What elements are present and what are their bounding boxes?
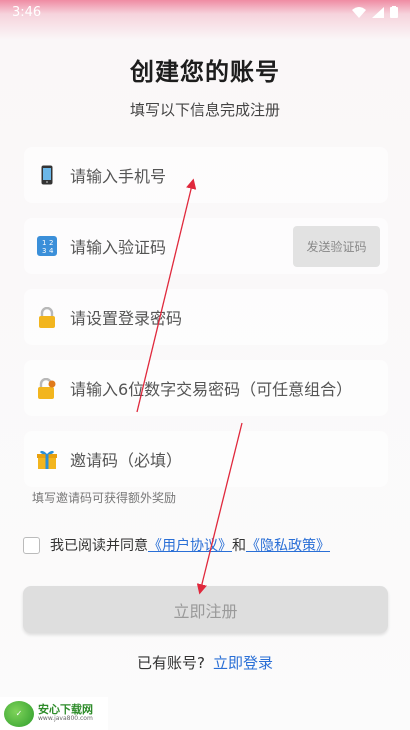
mobile-phone-icon (36, 164, 58, 186)
wifi-icon (352, 6, 366, 18)
trade-password-placeholder: 请输入6位数字交易密码（可任意组合） (70, 380, 353, 399)
login-password-placeholder: 请设置登录密码 (70, 309, 183, 328)
login-row: 已有账号? 立即登录 (0, 652, 410, 673)
verify-code-field[interactable]: 1 2 3 4 请输入验证码 发送验证码 (24, 218, 388, 274)
login-link[interactable]: 立即登录 (213, 654, 273, 672)
gift-icon (36, 448, 58, 470)
login-password-field[interactable]: 请设置登录密码 (24, 289, 388, 345)
status-icons (352, 6, 398, 18)
status-time: 3:46 (12, 4, 42, 20)
agreement-row: 我已阅读并同意 《用户协议》 和 《隐私政策》 (23, 535, 330, 555)
agreement-checkbox[interactable] (23, 536, 40, 554)
signal-icon (372, 6, 384, 18)
user-agreement-link[interactable]: 《用户协议》 (148, 535, 232, 555)
register-button[interactable]: 立即注册 (23, 586, 388, 633)
watermark: ✓ 安心下载网 www.java800.com (0, 697, 108, 730)
login-prompt: 已有账号? (137, 654, 205, 672)
trade-password-field[interactable]: 请输入6位数字交易密码（可任意组合） (24, 360, 388, 416)
phone-field[interactable]: 请输入手机号 (24, 147, 388, 203)
watermark-logo-icon: ✓ (4, 700, 34, 727)
lock-with-key-icon (36, 377, 58, 399)
invite-hint: 填写邀请码可获得额外奖励 (32, 491, 177, 505)
watermark-url: www.java800.com (38, 715, 93, 723)
page-subtitle: 填写以下信息完成注册 (129, 101, 280, 119)
status-bar: 3:46 (0, 0, 410, 24)
verify-code-placeholder: 请输入验证码 (70, 238, 167, 257)
agreement-and: 和 (232, 538, 246, 554)
send-code-button[interactable]: 发送验证码 (293, 226, 380, 267)
invite-code-field[interactable]: 邀请码（必填） (24, 431, 388, 487)
privacy-policy-link[interactable]: 《隐私政策》 (246, 535, 330, 555)
agreement-prefix: 我已阅读并同意 (50, 538, 148, 554)
page-title: 创建您的账号 (130, 58, 280, 86)
battery-icon (390, 6, 398, 18)
phone-placeholder: 请输入手机号 (70, 167, 167, 186)
svg-text:3: 3 (42, 247, 46, 255)
invite-code-placeholder: 邀请码（必填） (70, 451, 183, 470)
svg-text:1: 1 (42, 239, 46, 247)
lock-icon (36, 306, 58, 328)
keypad-icon: 1 2 3 4 (36, 235, 58, 257)
svg-text:4: 4 (49, 247, 54, 255)
svg-text:2: 2 (49, 239, 53, 247)
